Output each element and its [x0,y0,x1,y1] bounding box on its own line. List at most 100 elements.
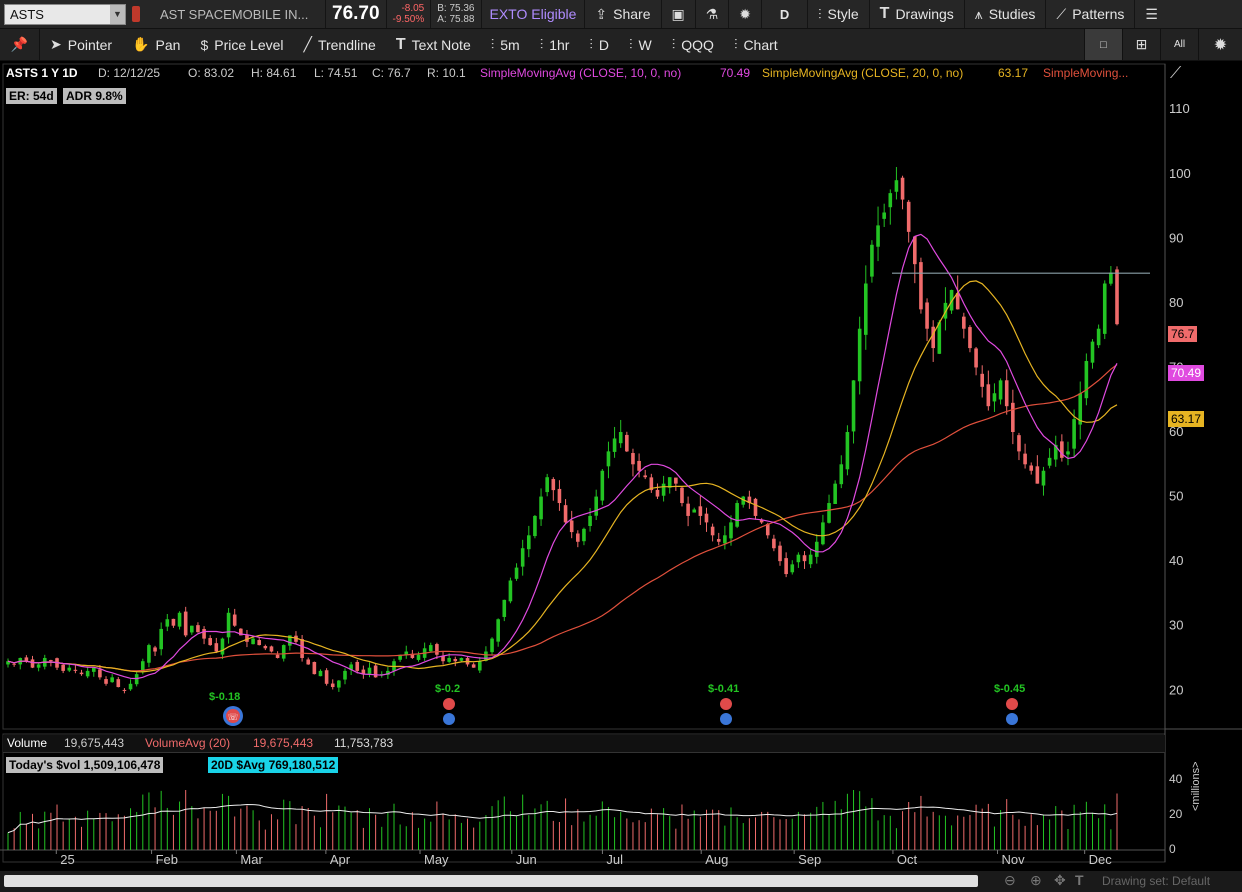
earnings-icon[interactable] [441,697,457,729]
chart-area[interactable]: 2030405060708090100110 25FebMarAprMayJun… [0,61,1242,871]
candle-body [220,638,225,655]
move-icon[interactable]: ✥ [1054,872,1066,889]
header-low: L: 74.51 [314,66,358,80]
trendline-label: Trendline [317,36,376,53]
timeframe-1hr-label: 1hr [549,36,570,53]
drawing-set[interactable]: Drawing set: Default [1102,874,1210,888]
candle-body [857,328,862,382]
earnings-icon[interactable] [1004,697,1020,729]
candle-body [863,283,868,335]
pointer-tool[interactable]: ➤ Pointer [40,29,122,60]
candle-body [520,548,525,567]
price-axis-tick: 100 [1169,166,1191,181]
timeframe-d[interactable]: ⫶ D [579,29,619,60]
candle-body [318,670,323,677]
horizontal-scrollbar[interactable] [4,875,978,887]
trendline-tool[interactable]: ╱ Trendline [294,29,386,60]
candle-body [183,611,188,636]
drawings-button[interactable]: T Drawings [870,0,965,28]
chart-type-icon[interactable]: ⟋ [1170,65,1181,83]
share-button[interactable]: ⇪ Share [585,0,662,28]
today-dollar-volume: Today's $vol 1,509,106,478 [6,757,164,773]
candle-body [490,638,494,653]
text-tool-icon[interactable]: T [1075,872,1084,888]
candle-body [1023,453,1027,465]
settings-button[interactable]: ✹ [729,0,763,28]
chart-label: Chart [743,36,778,53]
sma50-label[interactable]: SimpleMoving... [1043,66,1128,80]
candle-body [851,380,856,432]
flask-button[interactable]: ⚗ [696,0,730,28]
candle-body [600,470,605,501]
alert-flag-icon[interactable] [132,6,140,22]
compare-qqq[interactable]: ⫶ QQQ [662,29,724,60]
candle-body [686,503,690,516]
candle-body [612,438,617,452]
pointer-icon: ➤ [50,36,62,52]
grid-layout-button[interactable]: ⊞ [1122,29,1160,60]
volume-avg-label[interactable]: VolumeAvg (20) [145,736,230,750]
candle-body [330,683,335,688]
pan-tool[interactable]: ✋ Pan [122,29,190,60]
candle-body [753,498,758,516]
footer-bar: ⊖ ⊕ ✥ T Drawing set: Default [0,871,1242,892]
chevron-down-icon[interactable]: ▼ [110,4,125,24]
dollar-icon: $ [200,36,209,53]
patterns-button[interactable]: ⟋ Patterns [1046,0,1136,28]
style-button[interactable]: ⫶ Style [808,0,870,28]
candle-icon: ⫶ [629,36,633,52]
candle-icon: ⫶ [539,36,544,52]
candle-body [263,645,268,649]
candle-body [1109,272,1113,284]
candle-body [30,659,35,668]
change-block: -8.05 -9.50% [387,0,432,28]
candle-body [496,619,500,642]
candle-body [116,679,121,688]
price-level-tool[interactable]: $ Price Level [190,29,293,60]
zoom-out-icon[interactable]: ⊖ [1004,872,1016,889]
adr-badge: ADR 9.8% [63,88,126,104]
exto-eligible[interactable]: EXTO Eligible [482,0,586,28]
candle-body [373,665,378,678]
timeframe-5m-label: 5m [500,36,520,53]
timeframe-w[interactable]: ⫶ W [619,29,662,60]
candle-body [962,316,966,329]
symbol-text: ASTS [10,6,44,22]
candle-body [355,661,360,671]
studies-button[interactable]: ⩚ Studies [965,0,1047,28]
date-axis-label: Dec [1089,852,1113,867]
chart-settings-button[interactable]: ✹ [1198,29,1242,60]
candle-body [539,496,543,520]
timeframe-5m[interactable]: ⫶ 5m [481,29,530,60]
text-note-tool[interactable]: T Text Note [386,29,481,60]
candle-body [36,664,41,668]
timeframe-1hr[interactable]: ⫶ 1hr [530,29,580,60]
date-axis-label: Jun [516,852,537,867]
candle-body [514,567,519,579]
pin-button[interactable]: 📌 [0,29,40,60]
sma10-label[interactable]: SimpleMovingAvg (CLOSE, 10, 0, no) [480,66,681,80]
price-axis-tick: 40 [1169,553,1183,568]
candle-body [992,393,997,402]
camera-icon: ▣ [671,5,685,22]
pan-label: Pan [155,36,181,53]
menu-button[interactable]: ☰ [1135,0,1168,28]
candle-body [1017,435,1021,452]
symbol-input[interactable]: ASTS ▼ [4,3,126,25]
chart-button[interactable]: ⫶ Chart [724,29,788,60]
date-axis-label: Feb [156,852,178,867]
period-button[interactable]: D [762,0,809,28]
single-layout-button[interactable]: □ [1084,29,1122,60]
all-button[interactable]: All [1160,29,1198,60]
screenshot-button[interactable]: ▣ [662,0,696,28]
sma20-label[interactable]: SimpleMovingAvg (CLOSE, 20, 0, no) [762,66,963,80]
zoom-in-icon[interactable]: ⊕ [1030,872,1042,889]
earnings-icon[interactable] [718,697,734,729]
pointer-label: Pointer [67,36,113,53]
earnings-countdown: ER: 54d [6,88,57,104]
candle-body [1029,465,1034,471]
candle-body [796,554,801,563]
date-axis-label: Sep [798,852,821,867]
earnings-bubble-icon[interactable]: ☏ [218,704,248,734]
candle-body [827,503,831,523]
